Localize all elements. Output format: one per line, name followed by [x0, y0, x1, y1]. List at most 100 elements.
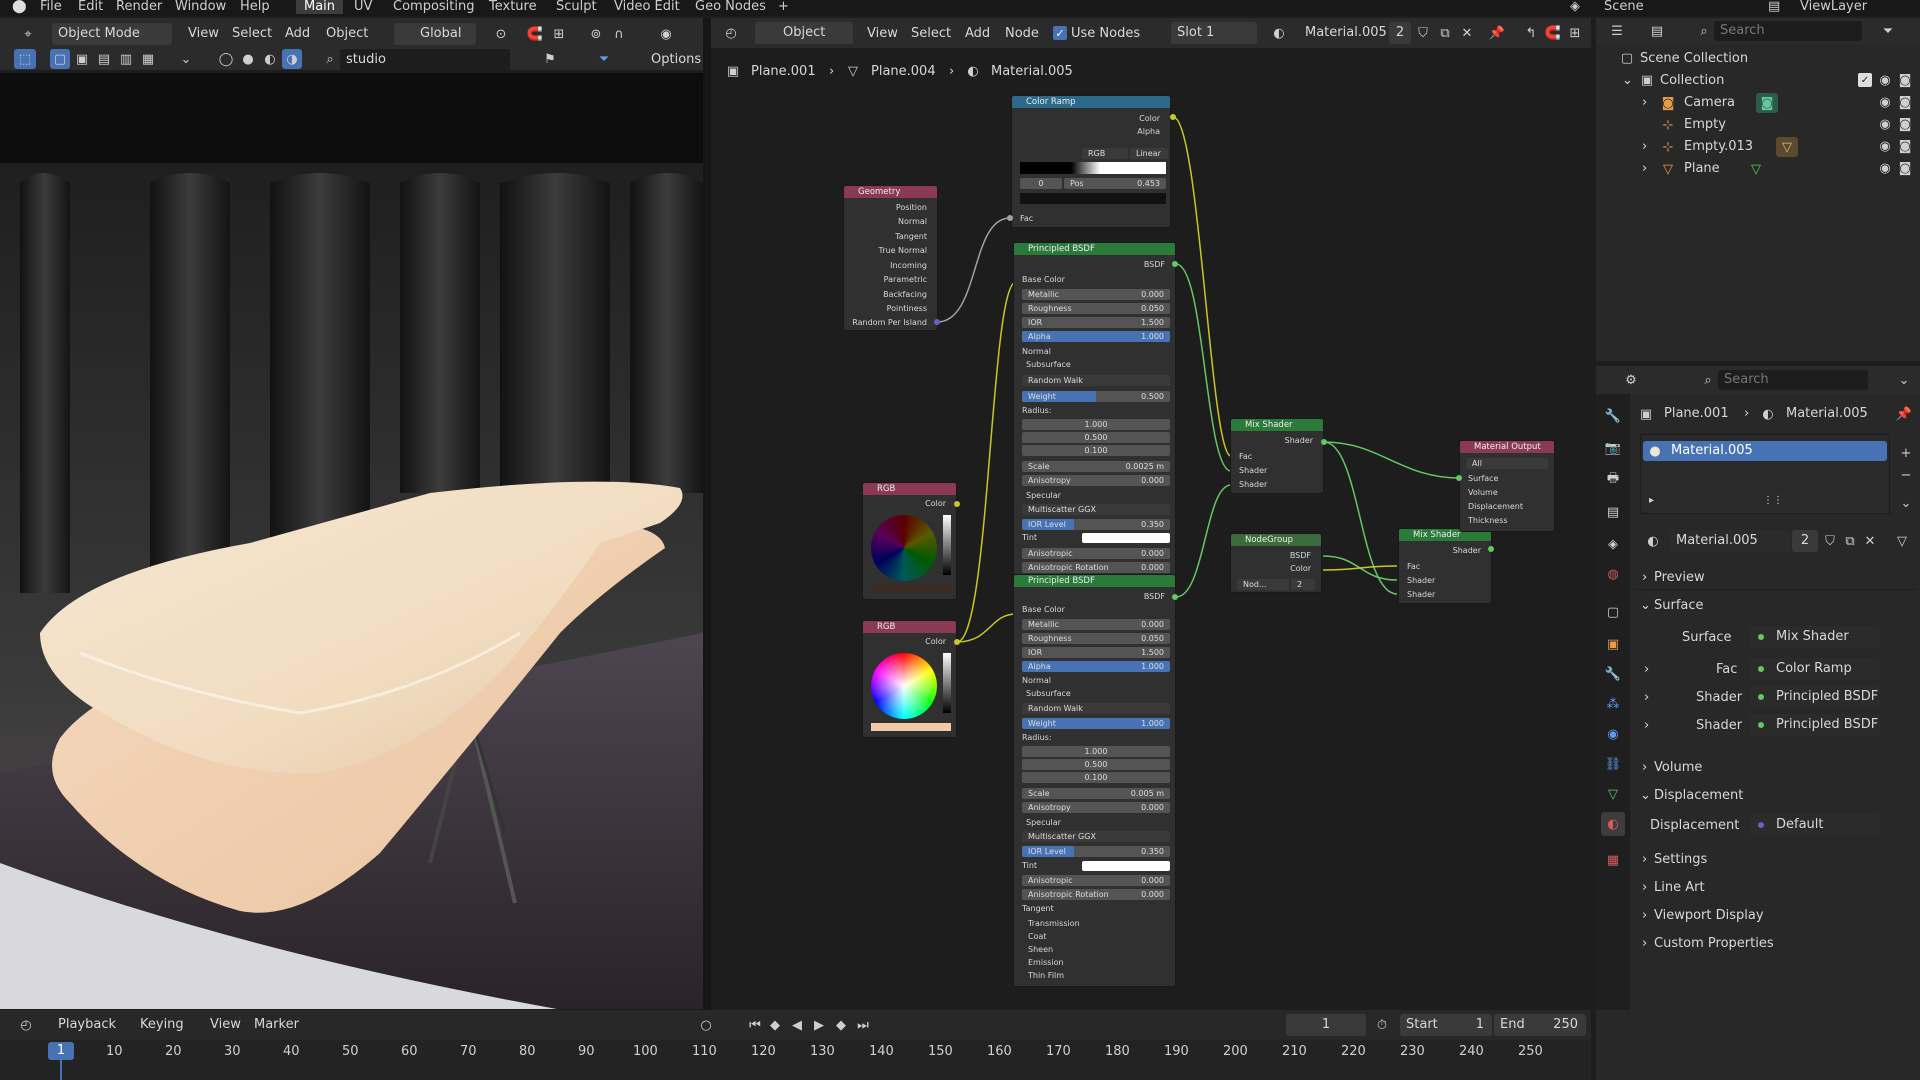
shader2-input-field[interactable]: Principled BSDF [1750, 714, 1880, 736]
outliner-item-plane[interactable]: Plane [1684, 161, 1720, 176]
rgb-header[interactable]: RGB [863, 621, 956, 633]
include-checkbox[interactable]: ✓ [1858, 73, 1872, 87]
value-slider[interactable] [943, 515, 951, 575]
section-preview[interactable]: › Preview [1634, 566, 1916, 590]
pin-icon[interactable]: 📌 [1896, 406, 1912, 422]
subsurface-method-dropdown[interactable]: Random Walk [1022, 375, 1170, 386]
material-slot-list[interactable]: ● Material.005 ▸ ⋮⋮ [1640, 434, 1890, 514]
world-tab-icon[interactable]: ◍ [1603, 564, 1623, 584]
anisotropic-rotation-field[interactable]: Anisotropic Rotation 0.000 [1022, 889, 1170, 900]
shader1-input-field[interactable]: Principled BSDF [1750, 686, 1880, 708]
anisotropic-field[interactable]: Anisotropic 0.000 [1022, 548, 1170, 559]
anisotropic-field[interactable]: Anisotropic 0.000 [1022, 875, 1170, 886]
alpha-field[interactable]: Alpha 1.000 [1022, 331, 1170, 342]
section-volume[interactable]: › Volume [1634, 756, 1916, 780]
principled-bsdf-header[interactable]: Principled BSDF [1014, 243, 1175, 255]
duplicate-material-icon[interactable]: ⧉ [1840, 530, 1860, 552]
outliner-item-empty[interactable]: Empty [1684, 117, 1726, 132]
timeline-menu-marker[interactable]: Marker [254, 1017, 299, 1032]
mesh-data-icon[interactable]: ▽ [1748, 161, 1764, 177]
color-ramp-header[interactable]: Color Ramp [1012, 96, 1170, 108]
color-wheel[interactable] [871, 653, 937, 719]
specular-panel-label[interactable]: Specular [1026, 818, 1061, 827]
start-frame-field[interactable]: Start 1 [1400, 1014, 1492, 1036]
emission-panel-label[interactable]: Emission [1028, 958, 1064, 967]
radius-z-field[interactable]: 0.100 [1022, 445, 1170, 456]
roughness-field[interactable]: Roughness 0.050 [1022, 633, 1170, 644]
node-link-icon[interactable]: ▽ [1888, 530, 1916, 552]
resize-handle-icon[interactable]: ⋮⋮ [1763, 495, 1783, 506]
socket[interactable] [954, 501, 960, 507]
ior-level-field[interactable]: IOR Level 0.350 [1022, 519, 1170, 530]
filter-icon[interactable]: ⏷ [1878, 21, 1898, 41]
geometry-header[interactable]: Geometry [844, 186, 937, 198]
nodegroup-datablock[interactable]: Nod... [1237, 579, 1289, 590]
chevron-right-icon[interactable]: › [1644, 690, 1649, 705]
current-frame-field[interactable]: 1 [1286, 1014, 1366, 1036]
sheen-panel-label[interactable]: Sheen [1028, 945, 1053, 954]
specular-distribution-dropdown[interactable]: Multiscatter GGX [1022, 831, 1170, 842]
material-output-header[interactable]: Material Output [1460, 441, 1554, 453]
radius-y-field[interactable]: 0.500 [1022, 759, 1170, 770]
viewlayer-name[interactable]: ViewLayer [1800, 0, 1867, 14]
rgb-header[interactable]: RGB [863, 483, 956, 495]
ior-level-field[interactable]: IOR Level 0.350 [1022, 846, 1170, 857]
section-surface[interactable]: ⌄ Surface [1634, 594, 1916, 618]
data-tab-icon[interactable]: ▽ [1603, 784, 1623, 804]
unlink-material-icon[interactable]: ✕ [1860, 530, 1880, 552]
visibility-eye-icon[interactable]: ◉ [1878, 73, 1892, 88]
play-icon[interactable]: ▶ [810, 1014, 828, 1036]
slot-specials-icon[interactable]: ⌄ [1896, 494, 1916, 512]
expand-arrow-icon[interactable]: › [1642, 139, 1647, 154]
outliner-item-camera[interactable]: Camera [1684, 95, 1735, 110]
mix-shader-node[interactable]: Mix Shader Shader Fac Shader Shader [1230, 418, 1324, 494]
subsurface-anisotropy-field[interactable]: Anisotropy 0.000 [1022, 475, 1170, 486]
visibility-eye-icon[interactable]: ◉ [1878, 161, 1892, 176]
subsurface-weight-field[interactable]: Weight 0.500 [1022, 391, 1170, 402]
ramp-stop-color-swatch[interactable] [1020, 193, 1166, 204]
ramp-interpolation-dropdown[interactable]: Linear [1130, 148, 1168, 159]
alpha-field[interactable]: Alpha 1.000 [1022, 661, 1170, 672]
render-tab-icon[interactable]: 📷 [1603, 438, 1623, 458]
scene-tab-icon[interactable]: ◈ [1603, 534, 1623, 554]
playhead-frame-indicator[interactable]: 1 [48, 1042, 74, 1060]
jump-end-icon[interactable]: ⏭ [854, 1014, 872, 1036]
socket[interactable] [934, 319, 940, 325]
metallic-field[interactable]: Metallic 0.000 [1022, 619, 1170, 630]
nodegroup-node[interactable]: NodeGroup BSDF Color Nod... 2 [1230, 533, 1322, 593]
expand-arrow-icon[interactable]: › [1642, 161, 1647, 176]
material-tab-icon[interactable]: ◐ [1601, 812, 1625, 836]
jump-start-icon[interactable]: ⏮ [746, 1014, 764, 1036]
playhead-line[interactable] [60, 1060, 62, 1080]
mix-shader-node[interactable]: Mix Shader Shader Fac Shader Shader [1398, 528, 1492, 604]
chevron-right-icon[interactable]: › [1644, 662, 1649, 677]
properties-editor-icon[interactable]: ⚙ [1616, 370, 1646, 390]
collection-tab-icon[interactable]: ▢ [1603, 602, 1623, 622]
children-icon[interactable]: ▽ [1776, 137, 1798, 157]
value-slider[interactable] [943, 653, 951, 713]
visibility-eye-icon[interactable]: ◉ [1878, 117, 1892, 132]
tint-color-swatch[interactable] [1082, 533, 1170, 543]
expand-arrow-icon[interactable]: › [1642, 95, 1647, 110]
ramp-stop-index[interactable]: 0 [1020, 178, 1062, 189]
fake-user-shield-icon[interactable]: ⛉ [1820, 530, 1840, 552]
geometry-node[interactable]: Geometry Position Normal Tangent True No… [843, 185, 938, 331]
thin-film-panel-label[interactable]: Thin Film [1028, 971, 1064, 980]
outliner-item-scene-collection[interactable]: Scene Collection [1640, 51, 1748, 66]
section-custom-properties[interactable]: › Custom Properties [1634, 932, 1916, 956]
specular-panel-label[interactable]: Specular [1026, 491, 1061, 500]
timeline-menu-keying[interactable]: Keying [140, 1017, 184, 1032]
subsurface-scale-field[interactable]: Scale 0.0025 m [1022, 461, 1170, 472]
render-camera-icon[interactable]: ◙ [1898, 117, 1912, 132]
ior-field[interactable]: IOR 1.500 [1022, 317, 1170, 328]
remove-slot-icon[interactable]: − [1896, 466, 1916, 484]
particles-tab-icon[interactable]: ⁂ [1603, 694, 1623, 714]
fac-input-field[interactable]: Color Ramp [1750, 658, 1880, 680]
tool-tab-icon[interactable]: 🔧 [1603, 406, 1623, 426]
roughness-field[interactable]: Roughness 0.050 [1022, 303, 1170, 314]
properties-search-field[interactable]: Search [1718, 370, 1868, 390]
subsurface-anisotropy-field[interactable]: Anisotropy 0.000 [1022, 802, 1170, 813]
expand-arrow-icon[interactable]: ⌄ [1622, 73, 1633, 88]
render-camera-icon[interactable]: ◙ [1898, 161, 1912, 176]
play-icon[interactable]: ▸ [1649, 495, 1654, 506]
